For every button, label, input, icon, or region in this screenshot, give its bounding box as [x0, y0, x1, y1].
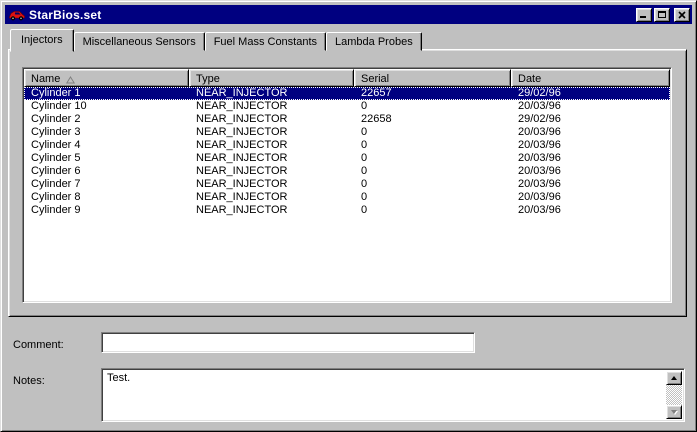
- notes-text: Test.: [107, 372, 131, 384]
- cell-name: Cylinder 6: [31, 165, 81, 177]
- cell-type: NEAR_INJECTOR: [196, 178, 288, 190]
- cell-type: NEAR_INJECTOR: [196, 165, 288, 177]
- cell-name: Cylinder 2: [31, 113, 81, 125]
- cell-type: NEAR_INJECTOR: [196, 152, 288, 164]
- cell-serial: 22657: [361, 87, 392, 99]
- cell-type: NEAR_INJECTOR: [196, 204, 288, 216]
- table-row[interactable]: Cylinder 6 NEAR_INJECTOR 0 20/03/96: [24, 165, 670, 178]
- tab-fuel-mass-constants[interactable]: Fuel Mass Constants: [204, 32, 327, 51]
- column-header-name-label: Name: [31, 73, 61, 85]
- notes-label: Notes:: [13, 375, 45, 387]
- cell-serial: 0: [361, 165, 368, 177]
- cell-type: NEAR_INJECTOR: [196, 191, 288, 203]
- cell-name: Cylinder 1: [31, 87, 81, 99]
- cell-serial: 0: [361, 191, 368, 203]
- cell-type: NEAR_INJECTOR: [196, 87, 288, 99]
- table-row[interactable]: Cylinder 3 NEAR_INJECTOR 0 20/03/96: [24, 126, 670, 139]
- tab-lambda-probes[interactable]: Lambda Probes: [326, 32, 422, 51]
- table-row[interactable]: Cylinder 8 NEAR_INJECTOR 0 20/03/96: [24, 191, 670, 204]
- table-row[interactable]: Cylinder 4 NEAR_INJECTOR 0 20/03/96: [24, 139, 670, 152]
- cell-date: 20/03/96: [518, 178, 561, 190]
- comment-input[interactable]: [101, 332, 475, 353]
- minimize-icon: [640, 15, 646, 18]
- cell-date: 29/02/96: [518, 87, 561, 99]
- column-header-type-label: Type: [196, 73, 220, 85]
- table-row[interactable]: Cylinder 5 NEAR_INJECTOR 0 20/03/96: [24, 152, 670, 165]
- cell-date: 20/03/96: [518, 204, 561, 216]
- notes-textarea[interactable]: Test.: [101, 368, 685, 422]
- cell-serial: 0: [361, 204, 368, 216]
- minimize-button[interactable]: [636, 7, 652, 22]
- maximize-icon: [658, 11, 666, 18]
- column-header-name[interactable]: Name: [24, 69, 189, 87]
- cell-date: 20/03/96: [518, 139, 561, 151]
- list-header: Name Type Serial Date: [24, 69, 670, 87]
- table-row[interactable]: Cylinder 7 NEAR_INJECTOR 0 20/03/96: [24, 178, 670, 191]
- column-header-serial-label: Serial: [361, 73, 390, 85]
- cell-type: NEAR_INJECTOR: [196, 139, 288, 151]
- comment-label: Comment:: [13, 339, 64, 351]
- close-icon: [678, 10, 686, 19]
- scroll-up-button[interactable]: [666, 371, 682, 385]
- column-header-type[interactable]: Type: [189, 69, 354, 87]
- column-header-date-label: Date: [518, 73, 542, 85]
- titlebar[interactable]: StarBios.set: [5, 5, 692, 24]
- cell-serial: 22658: [361, 113, 392, 125]
- close-button[interactable]: [674, 7, 690, 22]
- table-row[interactable]: Cylinder 9 NEAR_INJECTOR 0 20/03/96: [24, 204, 670, 217]
- injectors-listview[interactable]: Name Type Serial Date Cylinder 1 NEAR_INJ…: [22, 67, 672, 303]
- cell-date: 20/03/96: [518, 126, 561, 138]
- tab-injectors[interactable]: Injectors: [10, 29, 74, 52]
- scroll-down-button[interactable]: [666, 405, 682, 419]
- cell-type: NEAR_INJECTOR: [196, 100, 288, 112]
- list-rows: Cylinder 1 NEAR_INJECTOR 22657 29/02/96 Cyli…: [24, 87, 670, 301]
- cell-type: NEAR_INJECTOR: [196, 113, 288, 125]
- cell-name: Cylinder 7: [31, 178, 81, 190]
- cell-serial: 0: [361, 152, 368, 164]
- cell-serial: 0: [361, 139, 368, 151]
- arrow-up-icon: [671, 376, 677, 380]
- cell-name: Cylinder 10: [31, 100, 87, 112]
- application-window: StarBios.set Injectors Miscellaneous Sens…: [0, 0, 697, 432]
- arrow-down-icon: [671, 410, 677, 414]
- cell-date: 29/02/96: [518, 113, 561, 125]
- column-header-date[interactable]: Date: [511, 69, 670, 87]
- cell-name: Cylinder 3: [31, 126, 81, 138]
- cell-date: 20/03/96: [518, 165, 561, 177]
- cell-date: 20/03/96: [518, 191, 561, 203]
- notes-scrollbar[interactable]: [666, 371, 682, 419]
- tab-bar: Injectors Miscellaneous Sensors Fuel Mass …: [10, 29, 422, 52]
- cell-type: NEAR_INJECTOR: [196, 126, 288, 138]
- cell-serial: 0: [361, 178, 368, 190]
- cell-serial: 0: [361, 126, 368, 138]
- cell-name: Cylinder 9: [31, 204, 81, 216]
- column-header-serial[interactable]: Serial: [354, 69, 511, 87]
- table-row[interactable]: Cylinder 10 NEAR_INJECTOR 0 20/03/96: [24, 100, 670, 113]
- cell-name: Cylinder 4: [31, 139, 81, 151]
- cell-date: 20/03/96: [518, 100, 561, 112]
- cell-name: Cylinder 8: [31, 191, 81, 203]
- sort-ascending-icon: [66, 75, 76, 83]
- cell-serial: 0: [361, 100, 368, 112]
- cell-date: 20/03/96: [518, 152, 561, 164]
- window-title: StarBios.set: [29, 7, 102, 22]
- table-row[interactable]: Cylinder 2 NEAR_INJECTOR 22658 29/02/96: [24, 113, 670, 126]
- red-car-icon[interactable]: [8, 8, 26, 22]
- maximize-button[interactable]: [654, 7, 670, 22]
- tab-miscellaneous-sensors[interactable]: Miscellaneous Sensors: [73, 32, 205, 51]
- table-row[interactable]: Cylinder 1 NEAR_INJECTOR 22657 29/02/96: [24, 87, 670, 100]
- cell-name: Cylinder 5: [31, 152, 81, 164]
